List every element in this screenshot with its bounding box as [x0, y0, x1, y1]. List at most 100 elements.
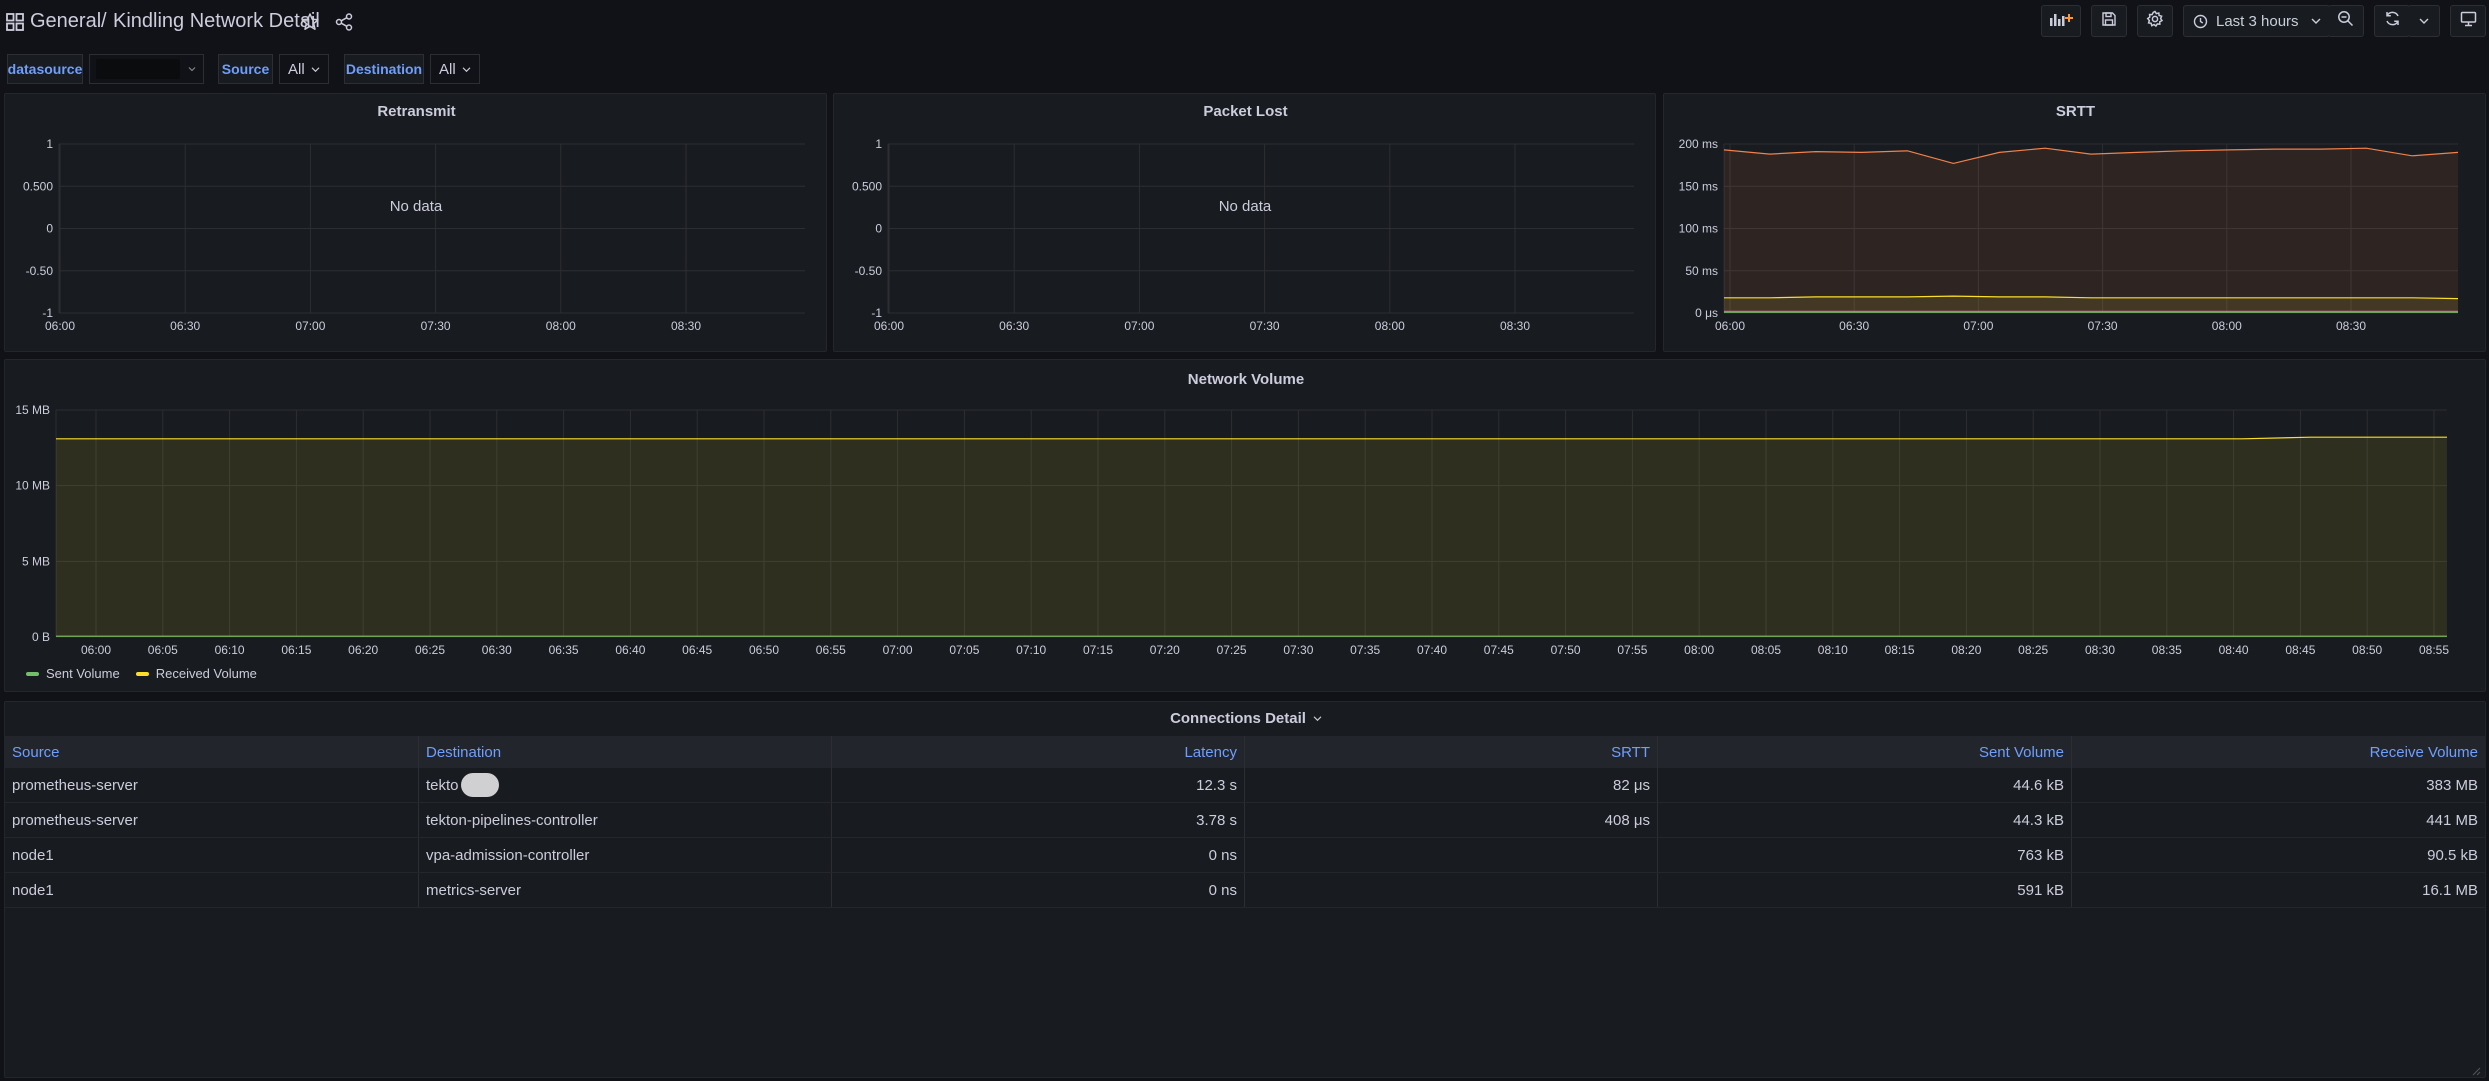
y-tick-label: -1 — [42, 306, 53, 320]
cell-sent-volume: 44.3 kB — [1657, 803, 2071, 837]
x-tick-label: 07:30 — [1250, 319, 1280, 333]
time-range-picker[interactable]: Last 3 hours — [2183, 5, 2330, 37]
panel-title-row[interactable]: Connections Detail — [5, 710, 2487, 727]
x-tick-label: 07:25 — [1217, 643, 1247, 657]
cell-source: prometheus-server — [12, 811, 138, 829]
cell-receive-volume: 383 MB — [2071, 768, 2485, 802]
x-tick-label: 06:00 — [1715, 319, 1745, 333]
zoom-out-button[interactable] — [2328, 5, 2364, 37]
x-tick-label: 08:55 — [2419, 643, 2449, 657]
x-tick-label: 08:00 — [1375, 319, 1405, 333]
x-tick-label: 07:30 — [2088, 319, 2118, 333]
legend-item-received-volume[interactable]: Received Volume — [135, 666, 257, 681]
column-header-destination[interactable]: Destination — [418, 736, 831, 768]
destination-variable-select[interactable]: All — [430, 54, 480, 84]
cell-latency: 0 ns — [831, 873, 1244, 907]
series-area — [1724, 296, 2458, 313]
refresh-button[interactable] — [2374, 5, 2410, 37]
packet-lost-panel[interactable]: Packet Lost 1 0.500 0 -0.50 -1 06:00 06:30 07:0… — [833, 93, 1656, 352]
table-row[interactable]: prometheus-server tekton-pipelines-contro… — [5, 803, 2485, 838]
y-tick-label: 5 MB — [22, 554, 50, 568]
x-tick-label: 08:30 — [2085, 643, 2115, 657]
x-tick-label: 06:15 — [281, 643, 311, 657]
cell-srtt — [1244, 873, 1657, 907]
column-header-srtt[interactable]: SRTT — [1244, 736, 1657, 768]
x-tick-label: 08:00 — [2212, 319, 2242, 333]
x-tick-label: 08:15 — [1885, 643, 1915, 657]
refresh-icon — [2384, 10, 2401, 32]
top-bar: General / Kindling Network Detail Last 3… — [0, 0, 2489, 46]
save-dashboard-button[interactable] — [2091, 5, 2127, 37]
page-title[interactable]: Kindling Network Detail — [113, 10, 320, 33]
network-volume-panel[interactable]: Network Volume 15 MB 10 MB 5 MB 0 B 06:00 06:… — [4, 359, 2486, 692]
x-tick-label: 06:25 — [415, 643, 445, 657]
x-tick-label: 08:40 — [2219, 643, 2249, 657]
x-tick-label: 06:05 — [148, 643, 178, 657]
cell-receive-volume: 441 MB — [2071, 803, 2485, 837]
x-tick-label: 06:55 — [816, 643, 846, 657]
x-tick-label: 07:00 — [1124, 319, 1154, 333]
chevron-down-icon — [1313, 715, 1322, 722]
add-panel-button[interactable] — [2041, 5, 2081, 37]
cell-srtt — [1244, 838, 1657, 872]
x-tick-label: 07:55 — [1617, 643, 1647, 657]
table-row[interactable]: prometheus-server tekto 12.3 s 82 μs 44.6 kB… — [5, 768, 2485, 803]
column-header-latency[interactable]: Latency — [831, 736, 1244, 768]
legend-item-sent-volume[interactable]: Sent Volume — [26, 666, 120, 681]
y-tick-label: 1 — [875, 137, 882, 151]
refresh-interval-dropdown[interactable] — [2408, 5, 2440, 37]
x-tick-label: 06:30 — [170, 319, 200, 333]
chevron-down-icon — [311, 66, 320, 73]
x-tick-label: 07:20 — [1150, 643, 1180, 657]
series-line[interactable] — [56, 436, 2447, 440]
y-tick-label: 0 — [46, 222, 53, 236]
legend-label: Sent Volume — [46, 666, 120, 681]
x-tick-label: 07:00 — [883, 643, 913, 657]
chevron-down-icon — [188, 66, 196, 72]
chevron-down-icon — [2419, 12, 2429, 30]
gear-icon — [2146, 10, 2164, 33]
source-variable-label: Source — [218, 54, 273, 84]
cell-latency: 3.78 s — [831, 803, 1244, 837]
cell-sent-volume: 763 kB — [1657, 838, 2071, 872]
column-header-sent-volume[interactable]: Sent Volume — [1657, 736, 2071, 768]
column-header-source[interactable]: Source — [5, 736, 418, 768]
source-variable-value: All — [288, 60, 305, 78]
dashboards-grid-icon[interactable] — [6, 13, 24, 31]
x-tick-label: 06:00 — [45, 319, 75, 333]
cell-receive-volume: 16.1 MB — [2071, 873, 2485, 907]
datasource-variable-label: datasource — [7, 54, 83, 84]
x-tick-label: 08:30 — [671, 319, 701, 333]
datasource-variable-select[interactable] — [89, 54, 204, 84]
cell-destination: tekto — [418, 768, 831, 802]
tv-mode-button[interactable] — [2450, 5, 2486, 37]
dashboard-settings-button[interactable] — [2137, 5, 2173, 37]
retransmit-panel[interactable]: Retransmit 1 0.500 0 -0.50 -1 06:00 06:30 07:00… — [4, 93, 827, 352]
add-panel-icon — [2048, 10, 2074, 33]
srtt-panel[interactable]: SRTT 200 ms 150 ms 100 ms 50 ms 0 μs 06:00 06:… — [1663, 93, 2486, 352]
y-tick-label: 10 MB — [15, 479, 50, 493]
column-header-receive-volume[interactable]: Receive Volume — [2071, 736, 2485, 768]
x-tick-label: 08:00 — [546, 319, 576, 333]
time-range-label: Last 3 hours — [2216, 12, 2299, 30]
share-icon[interactable] — [334, 12, 354, 32]
x-tick-label: 06:20 — [348, 643, 378, 657]
legend-label: Received Volume — [155, 666, 257, 681]
breadcrumb-folder[interactable]: General — [30, 10, 101, 33]
x-tick-label: 07:45 — [1484, 643, 1514, 657]
retransmit-chart: 1 0.500 0 -0.50 -106:00 06:30 07:00 07:30 08:00 0… — [23, 137, 805, 333]
x-tick-label: 07:00 — [295, 319, 325, 333]
table-row[interactable]: node1 metrics-server 0 ns 591 kB 16.1 MB — [5, 873, 2485, 908]
chart-legend: Sent Volume Received Volume — [26, 666, 257, 681]
cell-source: prometheus-server — [12, 776, 138, 794]
table-row[interactable]: node1 vpa-admission-controller 0 ns 763 kB 9… — [5, 838, 2485, 873]
breadcrumb-separator: / — [101, 10, 107, 32]
star-icon[interactable] — [300, 12, 320, 32]
y-tick-label: -0.50 — [855, 264, 883, 278]
source-variable-select[interactable]: All — [279, 54, 329, 84]
x-tick-label: 08:05 — [1751, 643, 1781, 657]
no-data-label: No data — [1219, 198, 1272, 215]
zoom-out-icon — [2337, 10, 2354, 32]
cell-srtt: 408 μs — [1244, 803, 1657, 837]
resize-handle-icon[interactable] — [2471, 1063, 2481, 1076]
